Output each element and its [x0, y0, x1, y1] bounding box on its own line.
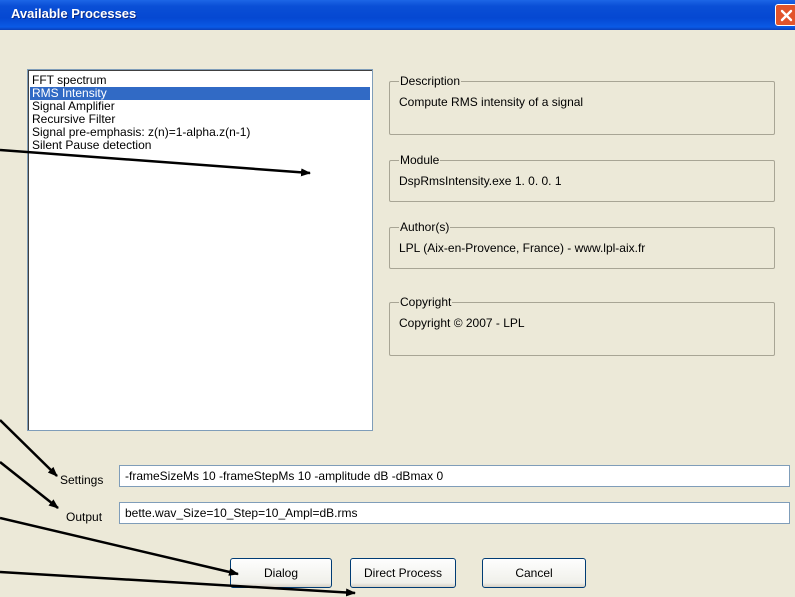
close-icon — [780, 9, 793, 22]
module-value: DspRmsIntensity.exe 1. 0. 0. 1 — [399, 174, 562, 188]
authors-group: Author(s) LPL (Aix-en-Provence, France) … — [389, 220, 775, 269]
settings-label: Settings — [60, 473, 104, 487]
dialog-window: Available Processes FFT spectrum RMS Int… — [0, 0, 795, 597]
output-field[interactable]: bette.wav_Size=10_Step=10_Ampl=dB.rms — [119, 502, 790, 524]
copyright-legend: Copyright — [399, 295, 453, 309]
window-title: Available Processes — [11, 6, 137, 21]
module-group: Module DspRmsIntensity.exe 1. 0. 0. 1 — [389, 153, 775, 202]
cancel-button[interactable]: Cancel — [482, 558, 586, 588]
copyright-group: Copyright Copyright © 2007 - LPL — [389, 295, 775, 356]
description-legend: Description — [399, 74, 462, 88]
description-group: Description Compute RMS intensity of a s… — [389, 74, 775, 135]
close-button[interactable] — [775, 4, 795, 26]
process-list[interactable]: FFT spectrum RMS Intensity Signal Amplif… — [27, 69, 373, 431]
list-item[interactable]: Silent Pause detection — [30, 139, 370, 152]
direct-process-button[interactable]: Direct Process — [350, 558, 456, 588]
copyright-value: Copyright © 2007 - LPL — [399, 316, 525, 330]
title-bar[interactable]: Available Processes — [0, 0, 795, 30]
dialog-button[interactable]: Dialog — [230, 558, 332, 588]
settings-field[interactable]: -frameSizeMs 10 -frameStepMs 10 -amplitu… — [119, 465, 790, 487]
authors-value: LPL (Aix-en-Provence, France) - www.lpl-… — [399, 241, 646, 255]
module-legend: Module — [399, 153, 441, 167]
authors-legend: Author(s) — [399, 220, 451, 234]
output-label: Output — [66, 510, 103, 524]
description-value: Compute RMS intensity of a signal — [399, 95, 584, 109]
